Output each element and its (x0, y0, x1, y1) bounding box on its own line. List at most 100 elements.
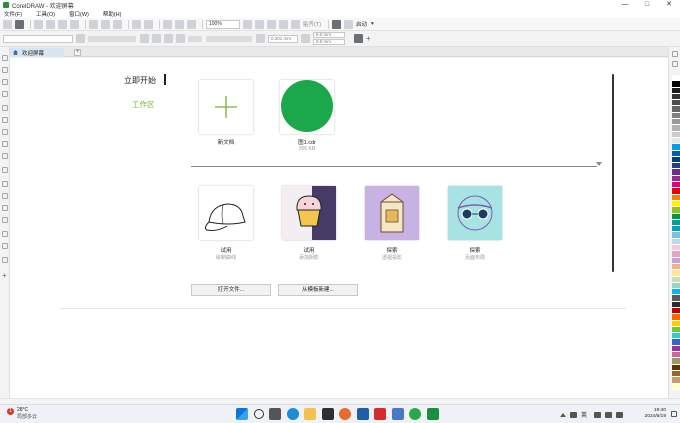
vertical-scrollbar[interactable] (612, 74, 614, 272)
close-button[interactable]: ✕ (658, 0, 680, 10)
eyedropper-icon[interactable] (2, 231, 8, 237)
snap-icon[interactable] (291, 19, 300, 29)
learn-card-page-layout[interactable] (448, 186, 502, 240)
print-icon[interactable] (70, 19, 79, 29)
new-from-template-button[interactable]: 从模板新建... (278, 284, 358, 296)
all-pages-icon[interactable] (164, 34, 173, 43)
store-icon[interactable] (321, 408, 334, 420)
shape-tool-icon[interactable] (2, 67, 8, 73)
units-select[interactable] (206, 35, 252, 42)
portrait-icon[interactable] (140, 34, 149, 43)
snap-to-label[interactable]: 贴齐(T) (303, 20, 321, 28)
network-app-icon[interactable] (391, 408, 404, 420)
add-tool-icon[interactable]: + (2, 272, 8, 280)
freehand-tool-icon[interactable] (2, 105, 8, 111)
save-icon[interactable] (34, 19, 43, 29)
clock[interactable]: 19:40 2024/6/19 (640, 408, 666, 420)
wps-office-icon[interactable] (374, 408, 386, 420)
notification-icon[interactable] (671, 411, 677, 417)
redo-icon[interactable] (144, 19, 153, 29)
task-view-icon[interactable] (269, 408, 281, 420)
open-file-button[interactable]: 打开文件... (191, 284, 271, 296)
chevron-down-icon[interactable]: ▾ (371, 21, 374, 27)
zoom-level-select[interactable]: 100% (206, 19, 240, 29)
rectangle-tool-icon[interactable] (2, 129, 8, 135)
wifi-icon[interactable] (594, 411, 602, 418)
zoom-tool-icon[interactable] (2, 91, 8, 97)
pick-tool-icon[interactable] (2, 55, 8, 61)
learn-card-perspective[interactable] (365, 186, 419, 240)
maximize-button[interactable]: □ (636, 0, 658, 10)
open-icon[interactable] (15, 19, 24, 29)
volume-icon[interactable] (605, 411, 613, 418)
show-grid-icon[interactable] (267, 19, 276, 29)
nav-workspace[interactable]: 工作区 (132, 99, 155, 110)
chevron-down-icon[interactable] (596, 162, 602, 166)
menu-file[interactable]: 文件(F) (4, 10, 22, 18)
show-rulers-icon[interactable] (255, 19, 264, 29)
landscape-icon[interactable] (152, 34, 161, 43)
docker-toggle-icon[interactable] (672, 51, 678, 57)
new-document-card[interactable] (199, 80, 253, 134)
edge-browser-icon[interactable] (286, 408, 299, 420)
show-guides-icon[interactable] (279, 19, 288, 29)
treat-as-filled-icon[interactable] (354, 34, 363, 43)
settings-gear-icon[interactable] (332, 19, 342, 29)
color-swatch[interactable] (672, 383, 680, 390)
cut-icon[interactable] (89, 19, 98, 29)
menu-tools[interactable]: 工具(O) (36, 10, 55, 18)
weather-widget[interactable]: 1 28°C 局部多云 (7, 407, 37, 420)
file-explorer-icon[interactable] (304, 408, 316, 420)
crop-tool-icon[interactable] (2, 79, 8, 85)
publish-pdf-icon[interactable] (187, 19, 196, 29)
menu-window[interactable]: 窗口(W) (69, 10, 89, 18)
page-width-field[interactable] (88, 35, 136, 42)
recent-file-card[interactable] (280, 80, 334, 134)
connector-tool-icon[interactable] (2, 193, 8, 199)
tab-welcome-screen[interactable]: 欢迎屏幕 (10, 48, 64, 57)
full-screen-icon[interactable] (243, 19, 252, 29)
interactive-fill-icon[interactable] (2, 243, 8, 249)
import-icon[interactable] (163, 19, 172, 29)
input-language[interactable]: 英 (581, 410, 587, 419)
palette-menu-icon[interactable] (672, 61, 678, 67)
menu-help[interactable]: 帮助(H) (103, 10, 122, 18)
battery-icon[interactable] (616, 411, 624, 418)
paste-icon[interactable] (113, 19, 122, 29)
smart-fill-icon[interactable] (2, 257, 8, 263)
text-tool-icon[interactable] (2, 167, 8, 173)
learn-card-draw-curves[interactable] (199, 186, 253, 240)
new-icon[interactable] (3, 19, 12, 29)
duplicate-x-field[interactable]: 5.0 mm (313, 32, 345, 38)
coreldraw-taskbar-icon[interactable] (426, 408, 439, 420)
add-icon[interactable]: + (366, 34, 371, 43)
transparency-icon[interactable] (2, 217, 8, 223)
polygon-tool-icon[interactable] (2, 153, 8, 159)
launch-icon[interactable] (344, 19, 354, 29)
learn-card-drop-shadow[interactable] (282, 186, 336, 240)
cloud-icon[interactable] (46, 19, 55, 29)
chevron-up-icon[interactable] (560, 412, 566, 417)
new-tab-button[interactable]: + (74, 49, 81, 56)
search-icon[interactable] (253, 409, 264, 419)
drop-shadow-icon[interactable] (2, 205, 8, 211)
launch-label[interactable]: 启动 (356, 20, 367, 28)
minimize-button[interactable]: — (614, 0, 636, 10)
ellipse-tool-icon[interactable] (2, 141, 8, 147)
artistic-media-icon[interactable] (2, 117, 8, 123)
windows-start-icon[interactable] (236, 408, 248, 420)
parallel-dimension-icon[interactable] (2, 181, 8, 187)
firefox-icon[interactable] (339, 408, 351, 420)
duplicate-y-field[interactable]: 5.0 mm (313, 39, 345, 45)
copy-icon[interactable] (101, 19, 110, 29)
page-size-select[interactable] (3, 34, 73, 43)
current-page-icon[interactable] (176, 34, 185, 43)
tray-app-icon[interactable] (570, 411, 577, 418)
nav-get-started[interactable]: 立即开始 (124, 75, 156, 86)
undo-icon[interactable] (132, 19, 141, 29)
nudge-distance-field[interactable]: 0.201 mm (268, 34, 298, 43)
page-dimension-icon[interactable] (76, 34, 85, 43)
upload-icon[interactable] (58, 19, 67, 29)
app-icon[interactable] (356, 408, 369, 420)
export-icon[interactable] (175, 19, 184, 29)
